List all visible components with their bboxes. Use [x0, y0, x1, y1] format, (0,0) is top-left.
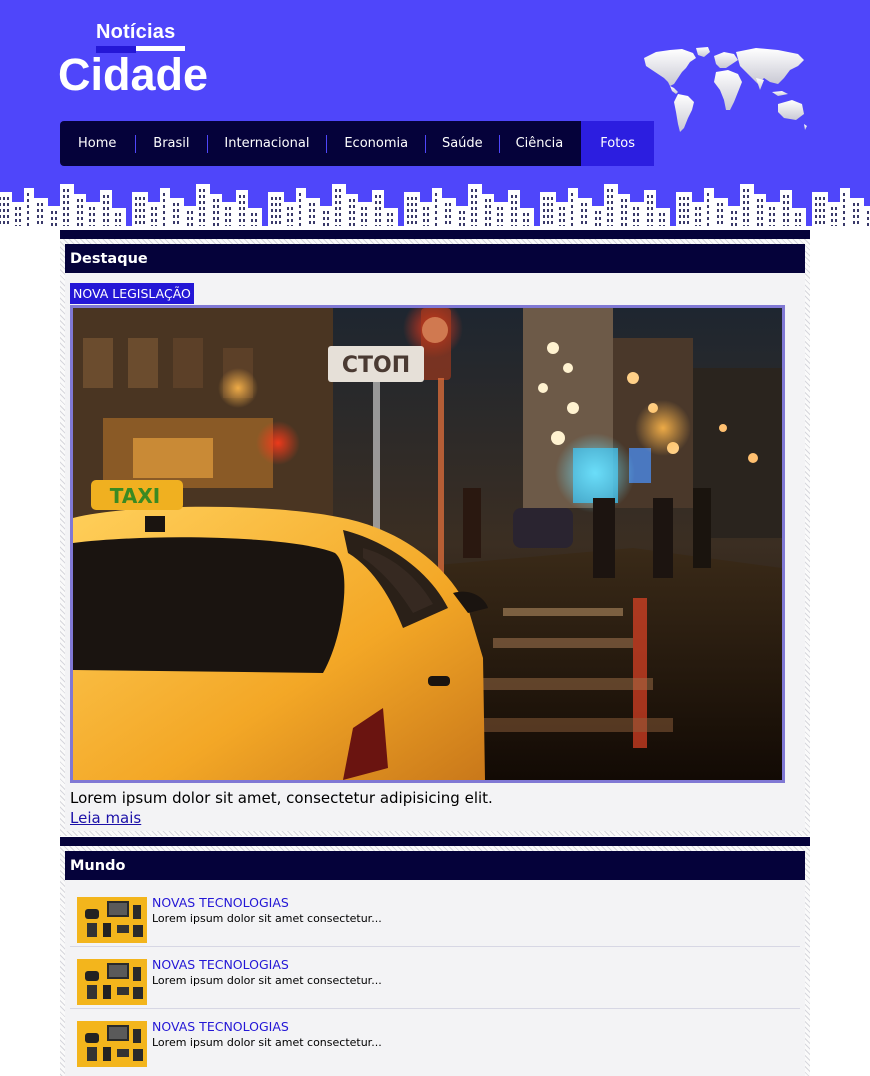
mundo-news-list: NOVAS TECNOLOGIAS Lorem ipsum dolor sit … — [70, 885, 800, 1071]
news-item-text: Lorem ipsum dolor sit amet consectetur..… — [152, 1036, 382, 1049]
news-item[interactable]: NOVAS TECNOLOGIAS Lorem ipsum dolor sit … — [70, 885, 800, 947]
tech-gadgets-thumbnail[interactable] — [77, 959, 147, 1005]
nav-home-label[interactable]: Home — [78, 136, 116, 151]
city-skyline-icon — [0, 184, 870, 230]
tech-gadgets-thumbnail[interactable] — [77, 897, 147, 943]
stop-sign-text: СТОП — [342, 353, 410, 378]
nav-fotos-label[interactable]: Fotos — [600, 136, 635, 151]
taxi-sign-text: TAXI — [110, 484, 160, 508]
read-more-link[interactable]: Leia mais — [70, 809, 141, 827]
nav-ciencia[interactable]: Ciência — [500, 121, 582, 166]
logo-main-text[interactable]: Cidade — [58, 50, 208, 100]
featured-photo-image: СТОП TAXI — [73, 308, 782, 780]
destaque-inner: Destaque NOVA LEGISLAÇÃO СТОП TAXI Lorem… — [65, 244, 805, 831]
mundo-title: Mundo — [65, 851, 805, 880]
news-item-title[interactable]: NOVAS TECNOLOGIAS — [152, 895, 289, 910]
featured-photo[interactable]: СТОП TAXI — [70, 305, 785, 783]
mundo-inner: Mundo NOVAS TECNOLOGIAS Lorem ipsum dolo… — [65, 851, 805, 1076]
news-item[interactable]: NOVAS TECNOLOGIAS Lorem ipsum dolor sit … — [70, 947, 800, 1009]
nav-economia-label[interactable]: Economia — [344, 136, 408, 151]
world-map-icon — [644, 47, 807, 132]
news-item-title[interactable]: NOVAS TECNOLOGIAS — [152, 1019, 289, 1034]
destaque-title: Destaque — [65, 244, 805, 273]
news-item-title[interactable]: NOVAS TECNOLOGIAS — [152, 957, 289, 972]
mundo-top-bar — [60, 837, 810, 846]
nav-brasil-label[interactable]: Brasil — [153, 136, 189, 151]
mundo-section: Mundo NOVAS TECNOLOGIAS Lorem ipsum dolo… — [60, 846, 810, 1076]
nav-economia[interactable]: Economia — [327, 121, 425, 166]
nav-internacional[interactable]: Internacional — [207, 121, 326, 166]
main-nav: Home Brasil Internacional Economia Saúde… — [60, 121, 655, 166]
nav-home[interactable]: Home — [60, 121, 135, 166]
destaque-top-bar — [60, 230, 810, 239]
category-tag[interactable]: NOVA LEGISLAÇÃO — [70, 283, 194, 304]
nav-internacional-label[interactable]: Internacional — [224, 136, 309, 151]
site-header: Notícias Cidade Home Brasil Internaciona… — [0, 0, 870, 230]
destaque-section: Destaque NOVA LEGISLAÇÃO СТОП TAXI Lorem… — [60, 239, 810, 836]
nav-fotos[interactable]: Fotos — [581, 121, 655, 166]
news-item-text: Lorem ipsum dolor sit amet consectetur..… — [152, 974, 382, 987]
news-item-text: Lorem ipsum dolor sit amet consectetur..… — [152, 912, 382, 925]
news-item[interactable]: NOVAS TECNOLOGIAS Lorem ipsum dolor sit … — [70, 1009, 800, 1071]
nav-saude[interactable]: Saúde — [426, 121, 499, 166]
featured-lead-text: Lorem ipsum dolor sit amet, consectetur … — [70, 789, 493, 807]
nav-saude-label[interactable]: Saúde — [442, 136, 483, 151]
logo-top-text[interactable]: Notícias — [96, 21, 175, 44]
tech-gadgets-thumbnail[interactable] — [77, 1021, 147, 1067]
nav-brasil[interactable]: Brasil — [136, 121, 206, 166]
nav-ciencia-label[interactable]: Ciência — [516, 136, 564, 151]
